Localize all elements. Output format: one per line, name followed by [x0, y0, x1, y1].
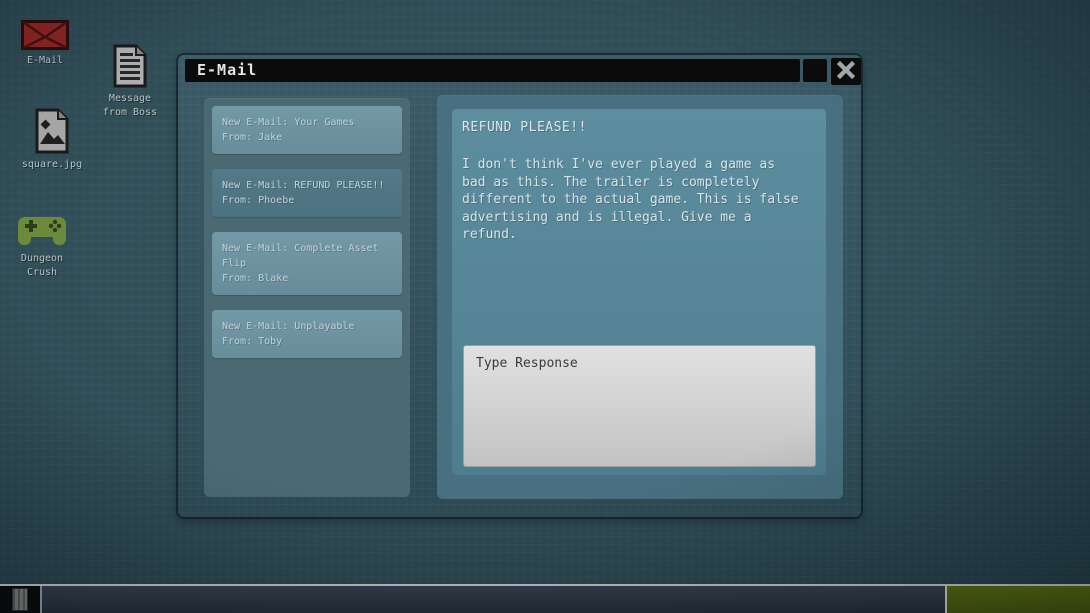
desktop-icon-message-from-boss[interactable]: Message from Boss: [100, 44, 160, 120]
email-list-item-jake[interactable]: New E-Mail: Your Games From: Jake: [212, 106, 402, 154]
desktop-icon-label: E-Mail: [27, 54, 63, 68]
email-subject: New E-Mail: Unplayable: [222, 319, 394, 334]
email-sender: From: Phoebe: [222, 193, 394, 208]
taskbar-menu-box: [0, 586, 42, 613]
document-icon: [112, 44, 148, 88]
screen: E-Mail Message from Boss square: [0, 0, 1090, 613]
taskbar: [0, 584, 1090, 613]
email-subject: New E-Mail: REFUND PLEASE!!: [222, 178, 394, 193]
window-title: E-Mail: [197, 61, 257, 79]
image-file-icon: [34, 108, 70, 154]
menu-icon[interactable]: [12, 588, 28, 611]
envelope-icon: [21, 20, 69, 50]
email-window: E-Mail New E-Mail: Your Games From: Jake…: [178, 55, 861, 517]
email-list-item-phoebe[interactable]: New E-Mail: REFUND PLEASE!! From: Phoebe: [212, 169, 402, 217]
desktop-icon-square-jpg[interactable]: square.jpg: [14, 108, 90, 172]
close-button[interactable]: [831, 58, 861, 85]
desktop-icon-label: square.jpg: [22, 158, 82, 172]
email-list-item-toby[interactable]: New E-Mail: Unplayable From: Toby: [212, 310, 402, 358]
minimize-button[interactable]: [803, 59, 827, 82]
email-subject: New E-Mail: Your Games: [222, 115, 394, 130]
email-view-body: I don't think I've ever played a game as…: [462, 156, 804, 244]
gamepad-icon: [14, 212, 70, 248]
email-sender: From: Jake: [222, 130, 394, 145]
window-titlebar[interactable]: E-Mail: [185, 59, 800, 82]
email-subject: New E-Mail: Complete Asset Flip: [222, 241, 394, 271]
email-sender: From: Toby: [222, 334, 394, 349]
email-view-subject: REFUND PLEASE!!: [462, 120, 804, 135]
desktop-icon-label: Message from Boss: [100, 92, 160, 120]
email-list-panel: New E-Mail: Your Games From: Jake New E-…: [204, 98, 410, 497]
close-x-icon: [836, 60, 856, 84]
desktop-icon-email[interactable]: E-Mail: [10, 20, 80, 68]
taskbar-accent-segment: [945, 586, 1090, 613]
desktop-icon-dungeon-crush[interactable]: Dungeon Crush: [8, 212, 76, 280]
email-view-panel: REFUND PLEASE!! I don't think I've ever …: [437, 95, 843, 499]
desktop-icon-label: Dungeon Crush: [8, 252, 76, 280]
response-input[interactable]: [463, 345, 816, 467]
email-view: REFUND PLEASE!! I don't think I've ever …: [452, 109, 826, 475]
email-list-item-blake[interactable]: New E-Mail: Complete Asset Flip From: Bl…: [212, 232, 402, 295]
email-sender: From: Blake: [222, 271, 394, 286]
